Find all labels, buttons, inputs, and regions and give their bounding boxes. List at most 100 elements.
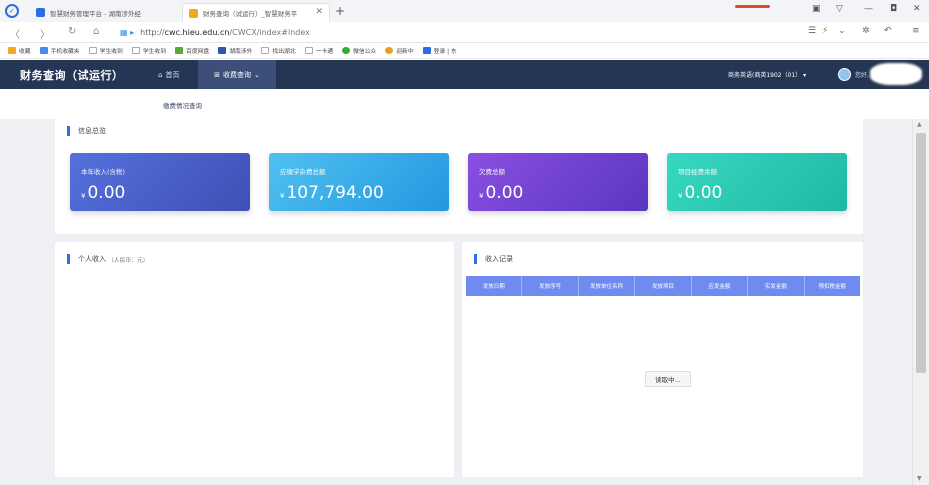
tab-list-icon[interactable]: ▣ bbox=[812, 4, 821, 14]
tab-favicon-icon bbox=[189, 8, 198, 18]
browser-logo-icon[interactable]: ✓ bbox=[5, 4, 19, 18]
stat-card-tuition: 应缴学杂费总额 ¥ 107,794.00 bbox=[269, 153, 449, 211]
panel-title: 个人收入 （人民币：元） bbox=[67, 254, 149, 264]
stat-number: 0.00 bbox=[87, 183, 126, 203]
tab-close-icon[interactable]: ✕ bbox=[315, 7, 323, 17]
page-icon bbox=[88, 47, 97, 54]
app-header: 财务查询（试运行） ⌂ 首页 ⊞ 收费查询 ⌄ 商务英语(商英1902（01） … bbox=[0, 60, 929, 89]
tab-favicon-icon bbox=[36, 8, 45, 17]
maximize-icon[interactable]: ◘ bbox=[890, 4, 897, 14]
shield-icon bbox=[175, 47, 184, 54]
nav-home[interactable]: ⌂ 首页 bbox=[150, 60, 187, 89]
panel-title: 信息总览 bbox=[67, 126, 106, 136]
stat-label: 欠费总额 bbox=[479, 168, 505, 176]
bookmark-8[interactable]: 一卡通 bbox=[304, 46, 334, 55]
currency-symbol: ¥ bbox=[81, 192, 86, 200]
title-accent bbox=[67, 126, 70, 136]
scroll-up-icon[interactable]: ▲ bbox=[917, 121, 922, 128]
bookmark-label: 学生收到 bbox=[142, 49, 167, 55]
stat-card-arrears: 欠费总额 ¥ 0.00 bbox=[468, 153, 648, 211]
browser-tab-1[interactable]: 智慧财务管理平台 - 湖南涉外经 bbox=[30, 3, 178, 22]
scroll-down-icon[interactable]: ▼ bbox=[917, 475, 922, 482]
minimize-icon[interactable]: — bbox=[864, 4, 873, 14]
main-content: 信息总览 本年收入(含税) ¥ 0.00 应缴学杂费总额 ¥ 107,794.0… bbox=[0, 119, 912, 485]
stat-value: ¥ 0.00 bbox=[479, 183, 523, 203]
stat-number: 0.00 bbox=[684, 183, 723, 203]
reload-icon[interactable]: ↻ bbox=[68, 26, 76, 37]
settings-icon[interactable]: ✲ bbox=[862, 26, 870, 36]
stat-number: 107,794.00 bbox=[286, 183, 384, 203]
nav-fee-query[interactable]: ⊞ 收费查询 ⌄ bbox=[198, 60, 276, 89]
stat-card-project-balance: 项目经费余额 ¥ 0.00 bbox=[667, 153, 847, 211]
column-header[interactable]: 发放日期 bbox=[466, 276, 523, 296]
user-class-dropdown[interactable]: 商务英语(商英1902（01） ▾ bbox=[728, 70, 806, 79]
home-icon: ⌂ bbox=[158, 70, 163, 79]
bookmark-label: 迎新中 bbox=[396, 49, 414, 55]
bookmark-10[interactable]: 迎新中 bbox=[385, 46, 414, 55]
records-title: 收入记录 bbox=[485, 255, 513, 263]
site-info-icon[interactable]: ▦ ▸ bbox=[120, 28, 134, 37]
reader-icon[interactable]: ☰ bbox=[808, 26, 816, 36]
bookmark-11[interactable]: 登录 | 东 bbox=[422, 46, 457, 55]
home-icon[interactable]: ⌂ bbox=[93, 26, 99, 37]
back-icon[interactable]: 〈 bbox=[10, 26, 20, 41]
tab-title: 财务查询（试运行）_智慧财务平 bbox=[203, 10, 298, 18]
currency-symbol: ¥ bbox=[479, 192, 484, 200]
caret-down-icon: ▾ bbox=[803, 72, 807, 79]
page-scrollbar[interactable]: ▲ ▼ bbox=[912, 119, 929, 485]
chevron-down-icon: ⌄ bbox=[254, 70, 260, 79]
tab-title: 智慧财务管理平台 - 湖南涉外经 bbox=[50, 9, 141, 18]
scroll-thumb[interactable] bbox=[916, 133, 926, 373]
title-accent bbox=[67, 254, 70, 264]
currency-symbol: ¥ bbox=[280, 192, 285, 200]
shirt-icon[interactable]: ▽ bbox=[836, 4, 843, 14]
bookmark-7[interactable]: 找出湖北 bbox=[261, 46, 296, 55]
bookmark-label: 微信公众 bbox=[353, 49, 377, 55]
stat-value: ¥ 107,794.00 bbox=[280, 183, 384, 203]
currency-symbol: ¥ bbox=[678, 192, 683, 200]
column-header[interactable]: 应发金额 bbox=[692, 276, 749, 296]
dropdown-icon[interactable]: ⌄ bbox=[838, 26, 846, 36]
bookmark-5[interactable]: 百度网盘 bbox=[175, 46, 209, 55]
nav-home-label: 首页 bbox=[165, 70, 180, 79]
bookmark-4[interactable]: 学生收到 bbox=[131, 46, 167, 55]
bookmark-9[interactable]: 微信公众 bbox=[342, 46, 376, 55]
income-unit: （人民币：元） bbox=[108, 257, 149, 264]
browser-tab-2[interactable]: 财务查询（试运行）_智慧财务平 ✕ bbox=[182, 3, 330, 22]
bookmark-label: 湖南涉外 bbox=[229, 49, 253, 55]
notification-bar bbox=[735, 5, 770, 8]
page-icon bbox=[261, 47, 270, 54]
forward-icon[interactable]: 〉 bbox=[40, 26, 50, 41]
bookmark-6[interactable]: 湖南涉外 bbox=[218, 46, 252, 55]
personal-income-panel: 个人收入 （人民币：元） bbox=[55, 242, 454, 477]
new-tab-icon[interactable]: + bbox=[335, 4, 345, 18]
avatar[interactable] bbox=[838, 68, 851, 81]
url-domain: cwc.hieu.edu.cn bbox=[164, 28, 230, 37]
redacted-username bbox=[870, 63, 922, 85]
url-input[interactable]: ▦ ▸ http:// cwc.hieu.edu.cn /CWCX/index#… bbox=[120, 25, 860, 40]
bookmark-label: 手机收藏夹 bbox=[50, 49, 80, 55]
lightning-icon[interactable]: ⚡ bbox=[822, 26, 828, 36]
app-title: 财务查询（试运行） bbox=[20, 69, 124, 82]
close-window-icon[interactable]: ✕ bbox=[913, 4, 921, 14]
income-title: 个人收入 bbox=[78, 255, 106, 263]
stat-label: 项目经费余额 bbox=[678, 168, 717, 176]
address-bar: 〈 〉 ↻ ⌂ ▦ ▸ http:// cwc.hieu.edu.cn /CWC… bbox=[0, 22, 929, 43]
stat-label: 应缴学杂费总额 bbox=[280, 168, 326, 176]
bookmark-1[interactable]: 收藏 bbox=[8, 46, 31, 55]
sub-nav-payment-status[interactable]: 缴费情况查询 bbox=[163, 100, 202, 110]
column-header[interactable]: 发放项目 bbox=[635, 276, 692, 296]
bookmark-label: 百度网盘 bbox=[186, 49, 210, 55]
bookmark-3[interactable]: 学生收到 bbox=[88, 46, 123, 55]
column-header[interactable]: 预扣税金额 bbox=[805, 276, 860, 296]
undo-icon[interactable]: ↶ bbox=[884, 26, 892, 36]
menu-icon[interactable]: ≡ bbox=[912, 26, 920, 36]
column-header[interactable]: 发放序号 bbox=[522, 276, 579, 296]
bookmark-2[interactable]: 手机收藏夹 bbox=[39, 46, 80, 55]
stat-value: ¥ 0.00 bbox=[678, 183, 722, 203]
column-header[interactable]: 实发金额 bbox=[748, 276, 805, 296]
column-header[interactable]: 发放单位名称 bbox=[579, 276, 636, 296]
bookmark-label: 一卡通 bbox=[315, 49, 334, 55]
star-icon bbox=[8, 47, 16, 54]
stat-label: 本年收入(含税) bbox=[81, 168, 126, 176]
